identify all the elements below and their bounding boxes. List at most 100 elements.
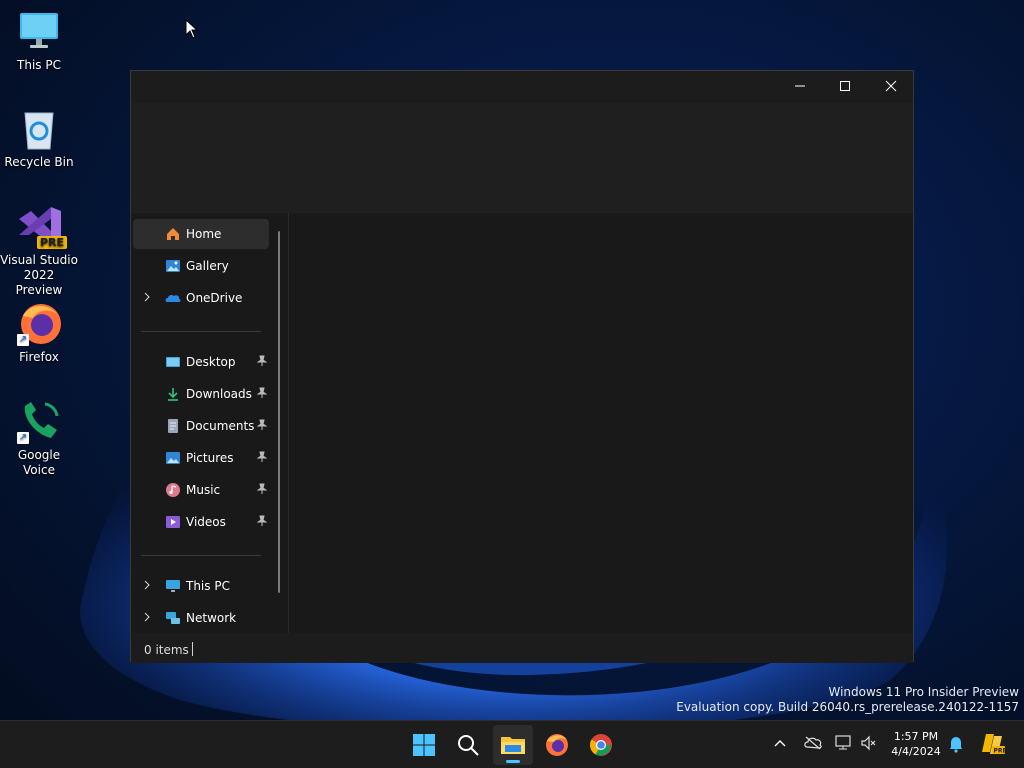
nav-item-label: Downloads	[186, 387, 252, 401]
svg-text:PRE: PRE	[994, 748, 1007, 755]
nav-item-label: OneDrive	[186, 291, 243, 305]
nav-item-onedrive[interactable]: OneDrive	[133, 283, 269, 313]
minimize-icon	[795, 85, 805, 87]
pin-icon[interactable]	[257, 387, 267, 399]
chrome-icon	[590, 734, 612, 756]
nav-item-downloads[interactable]: Downloads	[133, 379, 269, 409]
clock-date: 4/4/2024	[891, 745, 941, 758]
nav-item-label: Network	[186, 611, 237, 625]
chevron-right-icon[interactable]	[143, 292, 151, 302]
command-area	[131, 103, 913, 213]
desktop-icon-google-voice[interactable]: ↗ Google Voice	[0, 400, 78, 478]
start-button[interactable]	[404, 725, 444, 765]
network-icon	[166, 612, 180, 624]
notification-bell-icon[interactable]	[948, 735, 964, 753]
pin-icon[interactable]	[257, 515, 267, 527]
desktop-icon-visual-studio[interactable]: PRE Visual Studio 2022 Preview	[0, 205, 78, 298]
clock-time: 1:57 PM	[893, 730, 939, 743]
desktop-icon-firefox[interactable]: ↗ Firefox	[0, 302, 78, 365]
nav-item-label: Desktop	[186, 355, 236, 369]
desktop-icon-label: This PC	[17, 58, 61, 72]
taskbar-chrome[interactable]	[581, 725, 621, 765]
desktop-icon-recycle-bin[interactable]: Recycle Bin	[0, 107, 78, 170]
watermark-edition: Windows 11 Pro Insider Preview	[828, 685, 1019, 699]
taskbar: 1:57 PM 4/4/2024 PRE	[0, 720, 1024, 768]
show-hidden-icons-chevron-icon[interactable]	[774, 738, 786, 748]
recycle-bin-icon	[17, 107, 61, 151]
preview-badge: PRE	[36, 236, 67, 249]
nav-item-pictures[interactable]: Pictures	[133, 443, 269, 473]
file-explorer-icon	[501, 737, 525, 754]
search-icon	[458, 735, 479, 756]
google-voice-icon: ↗	[17, 400, 61, 444]
nav-item-music[interactable]: Music	[133, 475, 269, 505]
desktop-icon-this-pc[interactable]: This PC	[0, 10, 78, 73]
nav-item-label: Pictures	[186, 451, 234, 465]
nav-item-label: Documents	[186, 419, 255, 433]
close-icon	[885, 80, 897, 92]
nav-item-network[interactable]: Network	[133, 603, 269, 633]
visual-studio-icon: PRE	[17, 205, 67, 249]
nav-item-this-pc[interactable]: This PC	[133, 571, 269, 601]
maximize-icon	[840, 81, 850, 91]
this-pc-icon	[166, 580, 180, 592]
close-button[interactable]	[868, 71, 914, 101]
minimize-button[interactable]	[777, 71, 823, 101]
maximize-button[interactable]	[822, 71, 868, 101]
desktop-icon-label: 2022 Preview	[15, 268, 63, 297]
home-icon	[167, 228, 179, 240]
nav-scrollbar[interactable]	[278, 231, 280, 593]
videos-icon	[166, 516, 180, 528]
desktop-folder-icon	[166, 357, 180, 367]
pin-icon[interactable]	[257, 355, 267, 367]
firefox-icon: ↗	[17, 302, 61, 346]
onedrive-icon	[165, 294, 181, 302]
nav-item-label: This PC	[186, 579, 230, 593]
item-count: 0 items	[144, 643, 189, 657]
mouse-cursor-icon	[185, 19, 199, 39]
volume-muted-icon[interactable]	[860, 735, 878, 751]
pin-icon[interactable]	[257, 483, 267, 495]
content-area: Home Gallery OneDrive Desktop Downloads	[131, 213, 913, 633]
desktop-icon-label: Visual Studio	[0, 253, 78, 267]
nav-separator	[141, 555, 261, 556]
onedrive-offline-icon[interactable]	[804, 735, 822, 751]
copilot-preview-icon[interactable]: PRE	[980, 732, 1006, 756]
nav-item-label: Music	[186, 483, 221, 497]
network-display-icon[interactable]	[835, 735, 853, 751]
nav-item-label: Home	[186, 227, 222, 241]
gallery-icon	[166, 260, 180, 272]
shortcut-arrow-icon: ↗	[17, 334, 29, 346]
chevron-right-icon[interactable]	[143, 612, 151, 622]
nav-item-desktop[interactable]: Desktop	[133, 347, 269, 377]
desktop-icon-label: Firefox	[19, 350, 59, 364]
title-bar[interactable]	[131, 71, 913, 103]
shortcut-arrow-icon: ↗	[17, 432, 29, 444]
nav-item-documents[interactable]: Documents	[133, 411, 269, 441]
file-explorer-window: Home Gallery OneDrive Desktop Downloads	[130, 70, 914, 663]
system-clock[interactable]: 1:57 PM 4/4/2024	[884, 729, 948, 759]
nav-item-label: Gallery	[186, 259, 229, 273]
music-icon	[166, 483, 180, 497]
nav-item-home[interactable]: Home	[133, 219, 269, 249]
monitor-icon	[17, 10, 61, 54]
active-app-indicator	[506, 760, 520, 763]
pictures-icon	[166, 452, 180, 464]
taskbar-firefox[interactable]	[537, 725, 577, 765]
nav-item-gallery[interactable]: Gallery	[133, 251, 269, 281]
chevron-right-icon[interactable]	[143, 580, 151, 590]
status-separator	[192, 642, 193, 656]
firefox-icon	[546, 734, 568, 756]
pin-icon[interactable]	[257, 451, 267, 463]
pane-divider[interactable]	[288, 213, 289, 633]
taskbar-file-explorer[interactable]	[493, 725, 533, 765]
search-button[interactable]	[448, 725, 488, 765]
downloads-icon	[168, 388, 178, 401]
navigation-pane: Home Gallery OneDrive Desktop Downloads	[131, 213, 281, 633]
desktop-icon-label: Google Voice	[17, 448, 61, 477]
nav-separator	[141, 331, 261, 332]
nav-item-label: Videos	[186, 515, 226, 529]
pin-icon[interactable]	[257, 419, 267, 431]
documents-icon	[168, 419, 178, 433]
nav-item-videos[interactable]: Videos	[133, 507, 269, 537]
